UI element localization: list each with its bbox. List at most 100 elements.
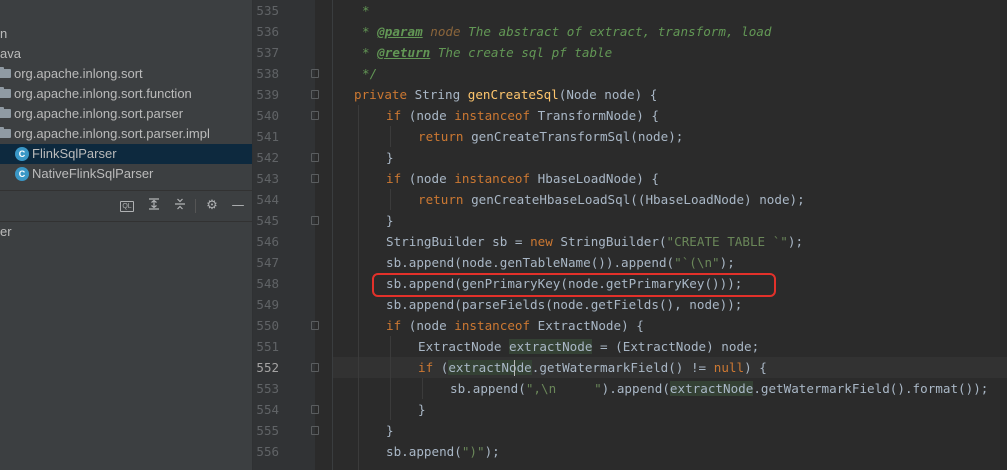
line-number: 554 [256, 402, 279, 417]
fold-marker-icon[interactable] [311, 363, 319, 372]
structure-panel-label: er [0, 224, 12, 239]
keyword: return [418, 129, 464, 144]
code-text: sb.append(parseFields(node.getFields(), … [386, 297, 743, 312]
fold-marker-icon[interactable] [311, 174, 319, 183]
fold-marker-icon[interactable] [311, 216, 319, 225]
code-line[interactable]: } [386, 210, 394, 231]
code-text: String [407, 87, 468, 102]
code-line[interactable]: return genCreateTransformSql(node); [418, 126, 683, 147]
code-text: sb.append(node.genTableName()).append( [386, 255, 675, 270]
tree-item-label: ava [0, 46, 21, 61]
fold-marker-icon[interactable] [311, 90, 319, 99]
code-text: ); [719, 255, 735, 270]
code-line[interactable]: } [418, 399, 426, 420]
code-line[interactable]: if (node instanceof HbaseLoadNode) { [386, 168, 659, 189]
code-line[interactable]: sb.append(node.genTableName()).append("`… [386, 252, 735, 273]
code-text: ( [433, 360, 449, 375]
tree-item-label: org.apache.inlong.sort [14, 66, 143, 81]
code-line[interactable]: } [386, 420, 394, 441]
code-text: genCreateTransformSql(node); [463, 129, 684, 144]
line-number: 539 [256, 87, 279, 102]
keyword: if [386, 108, 402, 123]
javadoc-text: The abstract of extract, transform, load [460, 24, 772, 39]
tree-item-package[interactable]: org.apache.inlong.sort.function [0, 84, 252, 104]
code-text: ) { [744, 360, 767, 375]
line-number: 541 [256, 129, 279, 144]
settings-gear-icon[interactable]: ⚙ [203, 197, 221, 215]
line-number: 535 [256, 3, 279, 18]
code-line[interactable]: if (node instanceof ExtractNode) { [386, 315, 644, 336]
method-name: genCreateSql [467, 87, 559, 102]
package-folder-icon [0, 107, 11, 118]
tree-item[interactable]: ava [0, 44, 252, 64]
code-line[interactable]: StringBuilder sb = new StringBuilder("CR… [386, 231, 803, 252]
code-line[interactable]: private String genCreateSql(Node node) { [354, 84, 657, 105]
code-line[interactable]: */ [362, 63, 377, 84]
structure-toolbar: QL ⚙ — [0, 190, 252, 222]
code-line[interactable]: sb.append(parseFields(node.getFields(), … [386, 294, 742, 315]
code-text: .getWatermarkField() != [531, 360, 714, 375]
indent-guide [390, 336, 391, 420]
fold-marker-icon[interactable] [311, 111, 319, 120]
indent-guide [358, 105, 359, 470]
tree-item-class[interactable]: C NativeFlinkSqlParser [0, 164, 252, 184]
fold-marker-icon[interactable] [311, 321, 319, 330]
minimize-icon[interactable]: — [229, 197, 247, 215]
line-number: 544 [256, 192, 279, 207]
code-text: } [386, 423, 394, 438]
fold-marker-icon[interactable] [311, 426, 319, 435]
javadoc-text: The create sql pf table [430, 45, 613, 60]
fold-marker-icon[interactable] [311, 69, 319, 78]
javadoc-param: node [422, 24, 461, 39]
keyword: private [354, 87, 408, 102]
code-line[interactable]: } [386, 147, 394, 168]
code-line[interactable]: * [362, 0, 370, 21]
string-literal: "CREATE TABLE `" [666, 234, 788, 249]
code-line-current[interactable]: if (extractNode.getWatermarkField() != n… [418, 357, 767, 378]
line-number: 553 [256, 381, 279, 396]
project-panel: n ava org.apache.inlong.sort org.apache.… [0, 0, 252, 470]
tree-item-package[interactable]: org.apache.inlong.sort.parser.impl [0, 124, 252, 144]
collapse-all-icon[interactable] [171, 197, 189, 215]
javadoc-text: * [362, 24, 378, 39]
tree-item-label: org.apache.inlong.sort.parser [14, 106, 184, 121]
annotation-highlight-box [372, 273, 776, 297]
line-number: 538 [256, 66, 279, 81]
tree-item-label: n [0, 26, 8, 41]
class-icon: C [15, 167, 29, 181]
tree-item[interactable]: n [0, 24, 252, 44]
code-line[interactable]: sb.append(",\n ").append(extractNode.get… [450, 378, 988, 399]
code-text: } [386, 213, 394, 228]
code-line[interactable]: * @return The create sql pf table [362, 42, 612, 63]
ql-icon[interactable]: QL [120, 201, 134, 212]
package-folder-icon [0, 127, 11, 138]
code-line[interactable]: if (node instanceof TransformNode) { [386, 105, 659, 126]
class-icon: C [15, 147, 29, 161]
code-text: sb.append( [450, 381, 526, 396]
tree-item-package[interactable]: org.apache.inlong.sort [0, 64, 252, 84]
code-text: sb.append( [386, 444, 462, 459]
keyword: if [386, 318, 402, 333]
keyword: null [713, 360, 745, 375]
fold-marker-icon[interactable] [311, 153, 319, 162]
keyword: if [386, 171, 402, 186]
line-number: 549 [256, 297, 279, 312]
line-number: 551 [256, 339, 279, 354]
structure-panel-item[interactable]: er [0, 222, 252, 242]
code-line[interactable]: * @param node The abstract of extract, t… [362, 21, 771, 42]
line-number: 547 [256, 255, 279, 270]
tree-item-package[interactable]: org.apache.inlong.sort.parser [0, 104, 252, 124]
indent-guide [390, 189, 391, 210]
code-text: StringBuilder sb = [386, 234, 531, 249]
code-text: (node [401, 108, 455, 123]
code-text: genCreateHbaseLoadSql((HbaseLoadNode) no… [463, 192, 805, 207]
code-line[interactable]: ExtractNode extractNode = (ExtractNode) … [418, 336, 759, 357]
fold-marker-icon[interactable] [311, 405, 319, 414]
line-number: 540 [256, 108, 279, 123]
keyword: instanceof [454, 108, 531, 123]
tree-item-class-selected[interactable]: C FlinkSqlParser [0, 144, 252, 164]
expand-all-icon[interactable] [145, 197, 163, 215]
code-line[interactable]: sb.append(")"); [386, 441, 500, 462]
code-text: .getWatermarkField().format()); [753, 381, 989, 396]
code-line[interactable]: return genCreateHbaseLoadSql((HbaseLoadN… [418, 189, 805, 210]
